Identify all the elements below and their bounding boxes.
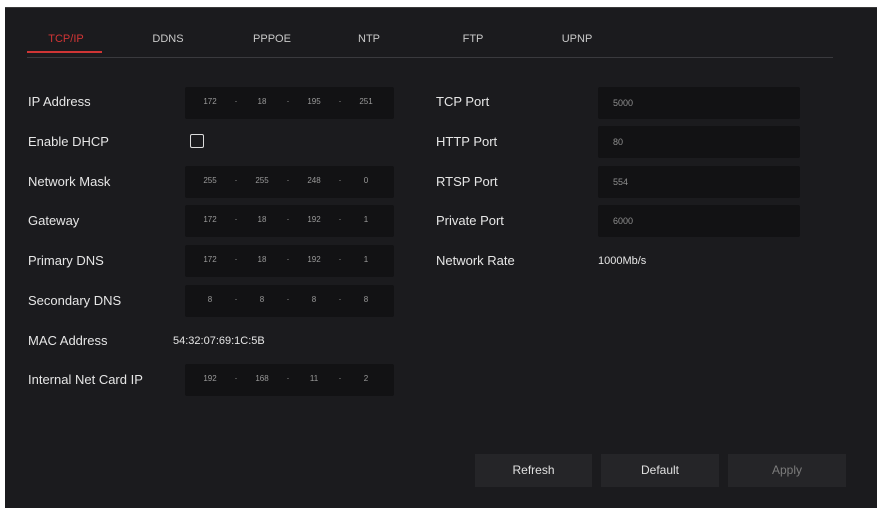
- ip-octet[interactable]: 192: [307, 255, 320, 264]
- tab-divider: [27, 57, 833, 58]
- ip-octet[interactable]: 172: [203, 97, 216, 106]
- ip-separator: ·: [338, 175, 342, 185]
- secondary-dns-label: Secondary DNS: [28, 293, 122, 308]
- ip-separator: ·: [286, 254, 290, 264]
- rtsp-port-label: RTSP Port: [436, 174, 498, 189]
- ip-octet[interactable]: 248: [307, 176, 320, 185]
- ip-separator: ·: [234, 294, 238, 304]
- refresh-button[interactable]: Refresh: [475, 454, 592, 487]
- ip-separator: ·: [234, 175, 238, 185]
- ip-separator: ·: [286, 175, 290, 185]
- network-settings-panel: TCP/IP DDNS PPPOE NTP FTP UPNP IP Addres…: [5, 7, 877, 508]
- apply-button[interactable]: Apply: [728, 454, 846, 487]
- ip-octet[interactable]: 195: [307, 97, 320, 106]
- ip-octet[interactable]: 1: [364, 255, 368, 264]
- tab-ftp[interactable]: FTP: [463, 33, 484, 45]
- network-rate-label: Network Rate: [436, 253, 515, 268]
- tab-ntp[interactable]: NTP: [358, 33, 380, 45]
- ip-separator: ·: [338, 294, 342, 304]
- tab-tcpip[interactable]: TCP/IP: [48, 33, 83, 45]
- tab-ddns[interactable]: DDNS: [152, 33, 183, 45]
- ip-octet[interactable]: 0: [364, 176, 368, 185]
- tcp-port-value[interactable]: 5000: [613, 98, 633, 108]
- network-mask-label: Network Mask: [28, 174, 111, 189]
- private-port-label: Private Port: [436, 213, 504, 228]
- http-port-value[interactable]: 80: [613, 137, 623, 147]
- active-tab-indicator: [27, 51, 102, 53]
- http-port-field[interactable]: 80: [598, 126, 800, 158]
- tab-bar: TCP/IP DDNS PPPOE NTP FTP UPNP: [5, 8, 877, 60]
- ip-separator: ·: [338, 96, 342, 106]
- gateway-label: Gateway: [28, 213, 80, 228]
- ip-octet[interactable]: 192: [307, 215, 320, 224]
- enable-dhcp-checkbox[interactable]: [190, 134, 204, 148]
- tab-upnp[interactable]: UPNP: [562, 33, 593, 45]
- rtsp-port-field[interactable]: 554: [598, 166, 800, 198]
- ip-octet[interactable]: 18: [258, 97, 267, 106]
- mac-address-label: MAC Address: [28, 333, 108, 348]
- tcp-port-label: TCP Port: [436, 94, 490, 109]
- ip-separator: ·: [234, 96, 238, 106]
- network-rate-value: 1000Mb/s: [598, 255, 647, 267]
- ip-separator: ·: [286, 294, 290, 304]
- ip-separator: ·: [338, 214, 342, 224]
- primary-dns-field[interactable]: 172 · 18 · 192 · 1: [185, 245, 394, 277]
- internal-net-card-ip-field[interactable]: 192 · 168 · 11 · 2: [185, 364, 394, 396]
- ip-separator: ·: [338, 373, 342, 383]
- secondary-dns-field[interactable]: 8 · 8 · 8 · 8: [185, 285, 394, 317]
- ip-octet[interactable]: 18: [258, 255, 267, 264]
- tab-pppoe[interactable]: PPPOE: [253, 33, 291, 45]
- gateway-field[interactable]: 172 · 18 · 192 · 1: [185, 205, 394, 237]
- ip-address-label: IP Address: [28, 94, 91, 109]
- ip-separator: ·: [234, 373, 238, 383]
- ip-address-field[interactable]: 172 · 18 · 195 · 251: [185, 87, 394, 119]
- ip-octet[interactable]: 8: [208, 295, 212, 304]
- private-port-value[interactable]: 6000: [613, 216, 633, 226]
- primary-dns-label: Primary DNS: [28, 253, 104, 268]
- ip-octet[interactable]: 172: [203, 215, 216, 224]
- ip-octet[interactable]: 8: [364, 295, 368, 304]
- ip-octet[interactable]: 8: [260, 295, 264, 304]
- ip-octet[interactable]: 8: [312, 295, 316, 304]
- ip-octet[interactable]: 18: [258, 215, 267, 224]
- ip-octet[interactable]: 11: [310, 374, 318, 383]
- ip-separator: ·: [234, 214, 238, 224]
- screenshot-frame: TCP/IP DDNS PPPOE NTP FTP UPNP IP Addres…: [0, 0, 883, 510]
- default-button[interactable]: Default: [601, 454, 719, 487]
- ip-separator: ·: [286, 96, 290, 106]
- internal-net-card-ip-label: Internal Net Card IP: [28, 372, 143, 387]
- enable-dhcp-label: Enable DHCP: [28, 134, 109, 149]
- tcp-port-field[interactable]: 5000: [598, 87, 800, 119]
- ip-separator: ·: [234, 254, 238, 264]
- ip-octet[interactable]: 255: [255, 176, 268, 185]
- ip-octet[interactable]: 1: [364, 215, 368, 224]
- private-port-field[interactable]: 6000: [598, 205, 800, 237]
- network-mask-field[interactable]: 255 · 255 · 248 · 0: [185, 166, 394, 198]
- ip-octet[interactable]: 168: [255, 374, 268, 383]
- ip-octet[interactable]: 251: [359, 97, 372, 106]
- ip-octet[interactable]: 255: [203, 176, 216, 185]
- http-port-label: HTTP Port: [436, 134, 498, 149]
- ip-separator: ·: [338, 254, 342, 264]
- mac-address-value: 54:32:07:69:1C:5B: [173, 335, 265, 347]
- rtsp-port-value[interactable]: 554: [613, 177, 628, 187]
- ip-separator: ·: [286, 373, 290, 383]
- ip-octet[interactable]: 2: [364, 374, 368, 383]
- ip-octet[interactable]: 172: [203, 255, 216, 264]
- ip-octet[interactable]: 192: [203, 374, 216, 383]
- ip-separator: ·: [286, 214, 290, 224]
